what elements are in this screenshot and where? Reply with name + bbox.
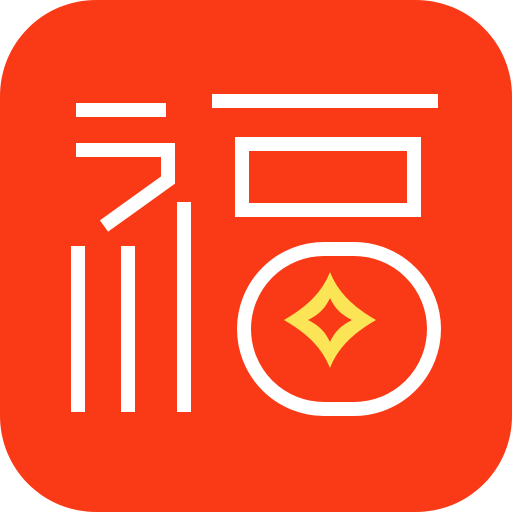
fu-app-icon[interactable] <box>0 0 512 512</box>
app-icon-stage <box>0 0 512 512</box>
